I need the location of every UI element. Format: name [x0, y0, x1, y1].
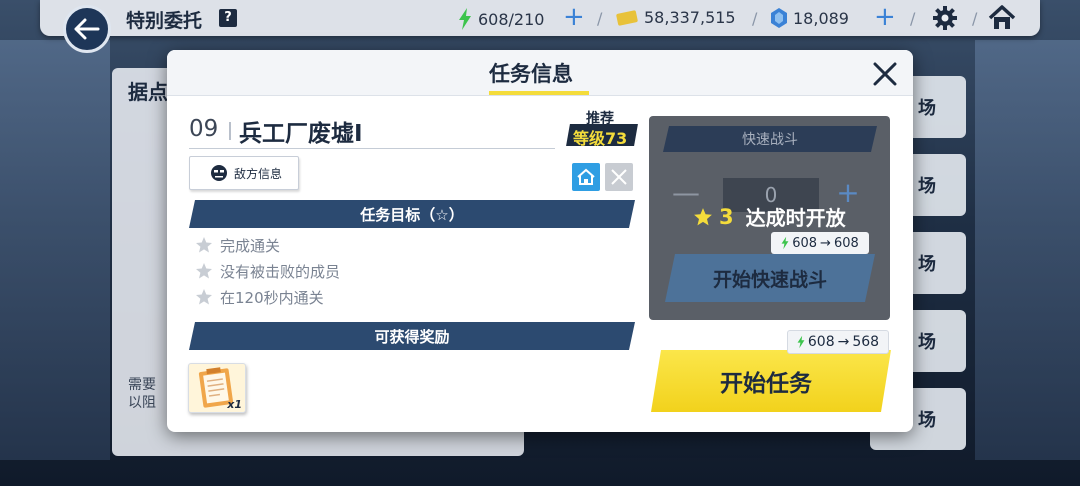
- stamina-value: 608/210: [478, 9, 545, 29]
- arrow-right-icon: →: [820, 235, 831, 251]
- stamina-bolt-icon: [781, 236, 789, 250]
- divider: [189, 148, 555, 149]
- objective-item: 没有被击败的成员: [195, 260, 340, 282]
- stamina-bolt-icon: [459, 8, 471, 30]
- add-gems-button[interactable]: +: [874, 4, 896, 30]
- enemy-info-label: 敌方信息: [234, 166, 283, 181]
- stamina-display: 608/210: [458, 8, 544, 30]
- close-button[interactable]: [871, 60, 899, 88]
- credits-ticket-icon: [616, 9, 638, 26]
- reward-count: x1: [227, 398, 242, 411]
- credits-value: 58,337,515: [644, 8, 736, 27]
- start-quick-battle-button[interactable]: 开始快速战斗: [665, 254, 875, 302]
- enemy-info-button[interactable]: 敌方信息: [189, 156, 299, 190]
- close-icon: [873, 62, 897, 86]
- separator: /: [597, 9, 603, 28]
- quick-battle-panel: 快速战斗 — 0 + 3 达成时开放 608 → 608 开始快速战斗: [649, 116, 890, 320]
- recommend-level: 等级73: [573, 129, 628, 148]
- stage-panel-description: 需要 以阻: [128, 377, 156, 411]
- stamina-bolt-icon: [797, 335, 805, 349]
- house-icon: [577, 168, 595, 185]
- separator: /: [752, 9, 758, 28]
- gems-value: 18,089: [793, 8, 849, 28]
- cost-from: 608: [807, 334, 835, 350]
- cost-to: 568: [852, 334, 880, 350]
- star-outline-icon: [196, 289, 212, 305]
- unlock-text: 达成时开放: [745, 206, 846, 230]
- objectives-header-label: 任务目标（☆）: [360, 205, 464, 224]
- rewards-header-label: 可获得奖励: [374, 327, 450, 346]
- reward-item[interactable]: x1: [188, 363, 246, 413]
- screen-title: 特别委托: [126, 10, 203, 32]
- start-mission-label: 开始任务: [720, 371, 812, 397]
- rewards-header: 可获得奖励: [189, 322, 635, 350]
- objective-text: 完成通关: [220, 236, 281, 255]
- quick-battle-title: 快速战斗: [742, 132, 798, 148]
- objective-item: 完成通关: [195, 234, 280, 256]
- separator: /: [910, 9, 916, 28]
- cost-from: 608: [792, 235, 818, 251]
- mission-info-dialog: 任务信息 09 兵工厂废墟I 推荐 等级73 敌方信息 任务目标（☆） 完成通关…: [167, 50, 913, 432]
- credits-display: 58,337,515: [616, 8, 736, 27]
- objectives-header: 任务目标（☆）: [189, 200, 635, 228]
- help-button[interactable]: ?: [219, 9, 237, 27]
- home-icon: [988, 5, 1016, 29]
- home-button[interactable]: [988, 5, 1016, 35]
- objective-text: 在120秒内通关: [220, 288, 324, 307]
- dialog-title: 任务信息: [489, 62, 573, 86]
- quick-battle-cost: 608 → 608: [771, 232, 869, 254]
- add-stamina-button[interactable]: +: [563, 4, 585, 30]
- disabled-toggle-button[interactable]: [605, 163, 633, 191]
- divider: [229, 122, 231, 140]
- title-underline: [489, 91, 589, 95]
- settings-button[interactable]: [932, 5, 958, 35]
- back-button[interactable]: [63, 5, 111, 53]
- back-arrow-icon: [74, 18, 100, 40]
- start-mission-button[interactable]: 开始任务: [651, 350, 891, 412]
- star-outline-icon: [196, 237, 212, 253]
- stage-panel-title: 据点: [128, 80, 168, 104]
- mission-name: 兵工厂废墟I: [239, 121, 363, 147]
- quick-battle-header: 快速战斗: [663, 126, 877, 152]
- cost-to: 608: [833, 235, 859, 251]
- background-screen: [975, 40, 1080, 460]
- separator: /: [972, 9, 978, 28]
- background-screen: [0, 40, 110, 460]
- unlock-condition: 3 达成时开放: [693, 202, 846, 231]
- unlock-star-count: 3: [719, 204, 734, 229]
- cross-icon: [611, 169, 627, 185]
- star-icon: [694, 207, 712, 225]
- mission-number: 09: [189, 116, 219, 142]
- gem-icon: [771, 8, 787, 28]
- gems-display: 18,089: [771, 8, 849, 28]
- arrow-right-icon: →: [837, 334, 850, 350]
- start-quick-battle-label: 开始快速战斗: [712, 268, 827, 291]
- star-outline-icon: [196, 263, 212, 279]
- objective-text: 没有被击败的成员: [220, 262, 341, 281]
- enemy-face-icon: [211, 165, 227, 181]
- start-mission-cost: 608 → 568: [787, 330, 889, 354]
- base-toggle-button[interactable]: [572, 163, 600, 191]
- objective-item: 在120秒内通关: [195, 286, 324, 308]
- gear-icon: [933, 6, 957, 30]
